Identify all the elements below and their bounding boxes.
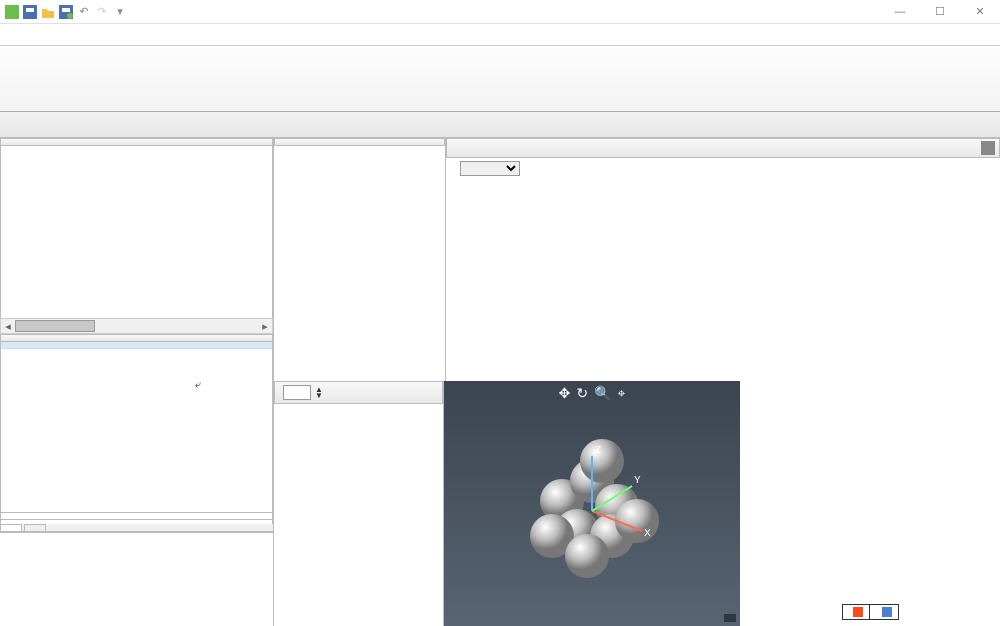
left-panel: ◂ ▸ ⤶ bbox=[0, 138, 274, 626]
library-tree[interactable] bbox=[0, 146, 273, 318]
distribution-mode-select[interactable] bbox=[460, 161, 520, 176]
tab-tests[interactable] bbox=[0, 524, 22, 531]
save-icon[interactable] bbox=[22, 4, 38, 20]
menu-bar bbox=[0, 24, 1000, 46]
pan-icon[interactable]: ✥ bbox=[559, 385, 571, 402]
cursor-icon: ⤶ bbox=[195, 379, 466, 392]
libraries-header bbox=[0, 138, 273, 146]
project-materials-list[interactable]: ⤶ bbox=[0, 342, 273, 512]
tests-list bbox=[0, 532, 273, 533]
svg-text:X: X bbox=[644, 528, 651, 539]
chart-panel bbox=[740, 381, 1000, 626]
view-toolbar bbox=[0, 112, 1000, 138]
svg-text:Z: Z bbox=[595, 445, 601, 456]
undo-icon[interactable]: ↶ bbox=[76, 4, 92, 20]
open-icon[interactable] bbox=[40, 4, 56, 20]
particle-3d-viewer[interactable]: ✥ ↻ 🔍 ⌖ bbox=[444, 381, 740, 626]
material-properties-panel bbox=[274, 138, 446, 381]
quick-access-toolbar: ↶ ↷ ▾ bbox=[0, 4, 132, 20]
project-material-item[interactable] bbox=[1, 342, 272, 349]
qat-dropdown-icon[interactable]: ▾ bbox=[112, 4, 128, 20]
minimize-button[interactable]: — bbox=[880, 0, 920, 24]
zoom-icon[interactable]: 🔍 bbox=[594, 385, 611, 402]
ribbon bbox=[0, 46, 1000, 112]
chart-legend bbox=[842, 604, 899, 620]
edit-icon[interactable] bbox=[981, 141, 995, 155]
saveas-icon[interactable] bbox=[58, 4, 74, 20]
tab-search-options[interactable] bbox=[24, 524, 46, 531]
svg-text:Y: Y bbox=[634, 475, 641, 486]
dimensions-info-box bbox=[724, 614, 736, 622]
title-bar: ↶ ↷ ▾ — ☐ ✕ bbox=[0, 0, 1000, 24]
matchar-tabs bbox=[0, 524, 273, 532]
material-characterization-label bbox=[0, 512, 273, 520]
close-button[interactable]: ✕ bbox=[960, 0, 1000, 24]
project-materials-header bbox=[0, 334, 273, 342]
particle-cluster-render: Z X Y bbox=[444, 381, 740, 623]
fit-icon[interactable]: ⌖ bbox=[618, 385, 626, 402]
redo-icon[interactable]: ↷ bbox=[94, 4, 110, 20]
rotate-icon[interactable]: ↻ bbox=[576, 385, 588, 402]
maximize-button[interactable]: ☐ bbox=[920, 0, 960, 24]
app-icon bbox=[4, 4, 20, 20]
tree-hscrollbar[interactable]: ◂ ▸ bbox=[0, 318, 273, 334]
material-properties-header bbox=[274, 138, 445, 146]
size-distribution-panel bbox=[446, 138, 1000, 381]
overlap-panel: ▲▼ bbox=[274, 381, 444, 626]
